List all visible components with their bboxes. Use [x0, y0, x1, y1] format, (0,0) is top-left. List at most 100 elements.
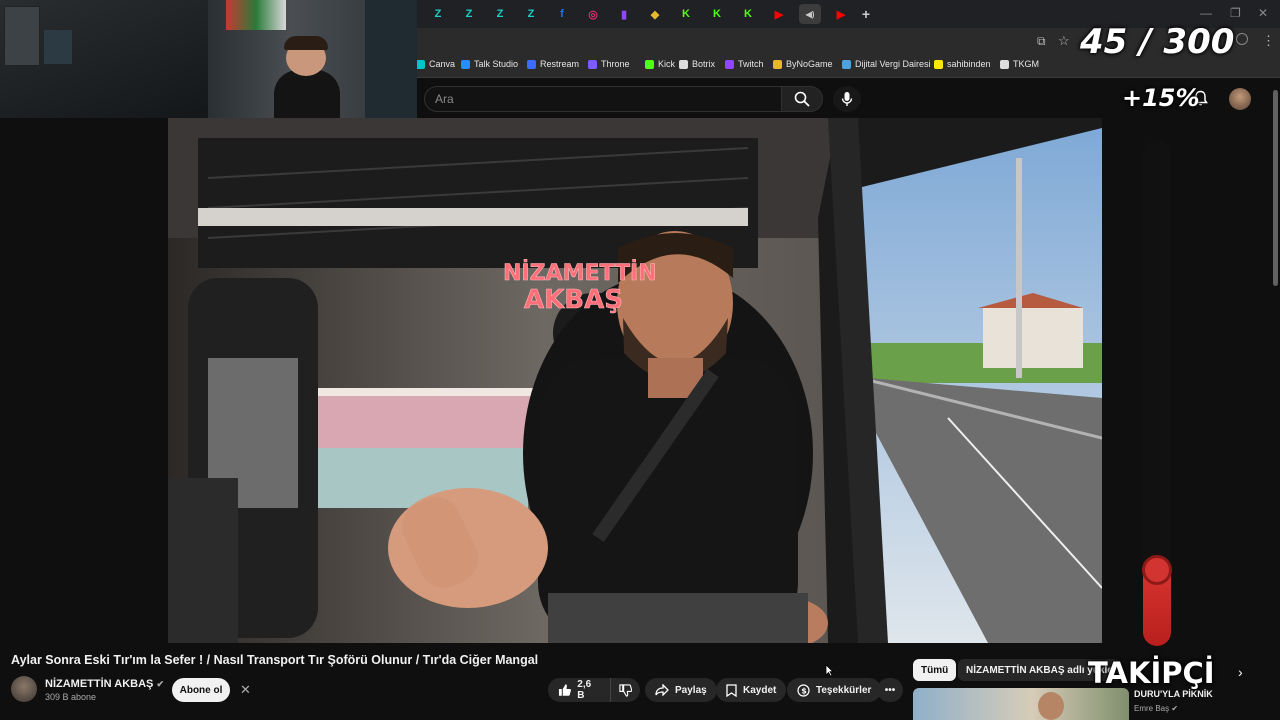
save-button[interactable]: Kaydet [716, 678, 787, 702]
bookmark-twitch[interactable]: Twitch [725, 59, 764, 69]
bookmark-sahibinden[interactable]: sahibinden [934, 59, 991, 69]
tab-7[interactable]: ◆ [644, 4, 666, 24]
tab-2[interactable]: Z [489, 4, 511, 24]
tab-8[interactable]: K [675, 4, 697, 24]
minimize-icon[interactable]: — [1200, 6, 1212, 20]
bookmark-label: TKGM [1013, 59, 1039, 69]
bookmark-bynogame[interactable]: ByNoGame [773, 59, 833, 69]
thumbs-up-icon [558, 684, 571, 696]
search-input[interactable]: Ara [424, 86, 782, 112]
verified-icon: ✔ [156, 679, 164, 689]
trovo-icon: Z [434, 8, 442, 20]
tab-1[interactable]: Z [458, 4, 480, 24]
tab-13[interactable]: ▶ [830, 4, 852, 24]
verified-icon: ✔ [1171, 704, 1179, 713]
bookmark-star-icon[interactable]: ☆ [1058, 33, 1070, 49]
bookmark-label: Dijital Vergi Dairesi [855, 59, 931, 69]
more-actions-button[interactable]: ••• [877, 678, 903, 702]
recommended-channel-name[interactable]: Emre Baş [1134, 704, 1169, 713]
sahibinden-icon [934, 59, 943, 69]
microphone-icon [841, 92, 853, 106]
bookmark-tkgm[interactable]: TKGM [1000, 59, 1039, 69]
botrix-icon [679, 59, 688, 69]
dislike-button[interactable] [610, 678, 640, 702]
tab-0[interactable]: Z [427, 4, 449, 24]
video-title: Aylar Sonra Eski Tır'ım la Sefer ! / Nas… [11, 653, 539, 667]
tab-9[interactable]: K [706, 4, 728, 24]
chevron-right-icon[interactable]: › [1238, 664, 1243, 680]
screen: Z Z Z Zf ◎ ▮ ◆ K K K ▶ ◀) ▶ + — ❐ ✕ ⧉ ☆ ⋮ Canva Talk S… [0, 0, 1280, 720]
bookmark-label: Talk Studio [474, 59, 519, 69]
bookmark-kick[interactable]: Kick [645, 59, 675, 69]
bookmark-label: Throne [601, 59, 630, 69]
channel-name[interactable]: NİZAMETTİN AKBAŞ ✔ [45, 678, 164, 690]
more-icon: ••• [884, 684, 896, 696]
tab-12[interactable]: ◀) [799, 4, 821, 24]
goal-counter: 45 / 300 [1080, 22, 1235, 62]
install-app-icon[interactable]: ⧉ [1037, 34, 1046, 49]
tab-5[interactable]: ◎ [582, 4, 604, 24]
thanks-icon: $ [797, 683, 810, 697]
trovo-icon: Z [496, 8, 504, 20]
bynogame-icon: ◆ [650, 8, 660, 21]
bookmark-icon [726, 683, 737, 697]
restream-icon [527, 59, 536, 69]
bookmark-throne[interactable]: Throne [588, 59, 630, 69]
bookmark-talk-studio[interactable]: Talk Studio [461, 59, 518, 69]
vergi-icon [842, 59, 851, 69]
facebook-icon: f [560, 8, 564, 20]
bynogame-icon [773, 59, 782, 69]
dismiss-icon[interactable]: ✕ [240, 682, 251, 698]
channel-avatar[interactable] [11, 676, 37, 702]
video-neon-sign-line1: NİZAMETTİN [503, 260, 657, 286]
new-tab-button[interactable]: + [855, 4, 877, 24]
browser-menu-icon[interactable]: ⋮ [1262, 33, 1275, 49]
voice-search-button[interactable] [833, 86, 861, 112]
scrollbar-thumb[interactable] [1273, 90, 1278, 286]
svg-text:$: $ [801, 686, 807, 695]
like-count: 2,6 B [577, 679, 592, 701]
video-player[interactable]: NİZAMETTİN AKBAŞ [168, 118, 1102, 643]
bookmark-label: ByNoGame [786, 59, 833, 69]
chip-all[interactable]: Tümü [913, 659, 957, 681]
goal-thermometer [1142, 140, 1172, 646]
share-button[interactable]: Paylaş [645, 678, 717, 702]
tab-4[interactable]: f [551, 4, 573, 24]
share-icon [655, 684, 669, 696]
youtube-icon: ▶ [774, 8, 784, 21]
bookmark-botrix[interactable]: Botrix [679, 59, 715, 69]
maximize-icon[interactable]: ❐ [1230, 6, 1241, 20]
recommended-thumbnail[interactable] [913, 688, 1129, 720]
thanks-button[interactable]: $ Teşekkürler [787, 678, 882, 702]
trovo-icon: Z [465, 8, 473, 20]
youtube-icon: ▶ [836, 8, 846, 21]
follower-label: TAKİPÇİ [1088, 656, 1215, 690]
tab-3[interactable]: Z [520, 4, 542, 24]
search-button[interactable] [781, 86, 823, 112]
streamer-webcam [0, 0, 417, 118]
kick-icon: K [744, 8, 752, 20]
bookmark-restream[interactable]: Restream [527, 59, 579, 69]
recommended-channel[interactable]: Emre Baş ✔ [1134, 704, 1178, 713]
video-neon-sign-line2: AKBAŞ [524, 285, 623, 315]
goal-thermometer-knob [1142, 555, 1172, 585]
account-avatar[interactable] [1229, 88, 1251, 110]
recommended-title[interactable]: DURU'YLA PİKNİK [1134, 689, 1213, 699]
bookmark-canva[interactable]: Canva [416, 59, 455, 69]
tab-6[interactable]: ▮ [613, 4, 635, 24]
video-frame: NİZAMETTİN AKBAŞ [168, 118, 1102, 643]
close-window-icon[interactable]: ✕ [1258, 6, 1268, 20]
bookmark-dijital-vergi-dairesi[interactable]: Dijital Vergi Dairesi [842, 59, 931, 69]
page-scrollbar[interactable] [1271, 78, 1280, 720]
like-button[interactable]: 2,6 B [548, 678, 610, 702]
bookmark-label: Botrix [692, 59, 716, 69]
subscribe-button[interactable]: Abone ol [172, 678, 230, 702]
tab-10[interactable]: K [737, 4, 759, 24]
profile-icon[interactable] [1236, 33, 1248, 45]
goal-percent: +15% [1122, 84, 1200, 112]
channel-name-text[interactable]: NİZAMETTİN AKBAŞ [45, 678, 153, 690]
bookmark-label: Kick [658, 59, 676, 69]
talk-studio-icon [461, 59, 470, 69]
tab-11[interactable]: ▶ [768, 4, 790, 24]
bookmark-label: Canva [429, 59, 456, 69]
